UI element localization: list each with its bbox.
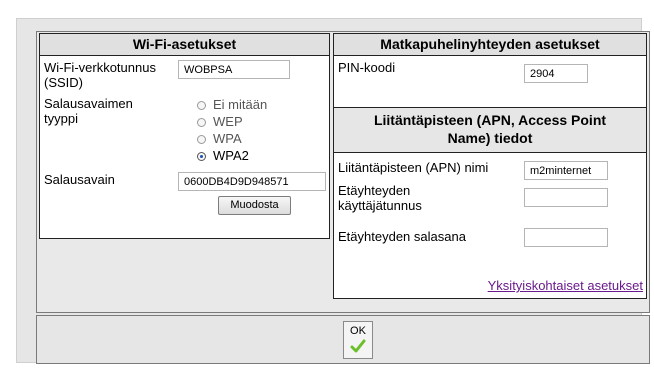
apn-name-input[interactable]: m2minternet bbox=[524, 161, 608, 180]
pin-label: PIN-koodi bbox=[338, 60, 396, 75]
ssid-label: Wi-Fi-verkkotunnus (SSID) bbox=[44, 60, 156, 90]
mobile-panel: Matkapuhelinyhteyden asetukset PIN-koodi… bbox=[333, 33, 647, 299]
keytype-option-none[interactable]: Ei mitään bbox=[197, 97, 267, 113]
radio-icon bbox=[197, 100, 206, 110]
remote-password-label: Etäyhteyden salasana bbox=[338, 229, 466, 244]
keytype-label: Salausavaimen tyyppi bbox=[44, 96, 133, 126]
checkmark-icon bbox=[350, 339, 366, 353]
remote-user-label: Etäyhteyden käyttäjätunnus bbox=[338, 183, 422, 213]
keytype-option-wpa2[interactable]: WPA2 bbox=[197, 148, 249, 164]
wifi-panel: Wi-Fi-asetukset Wi-Fi-verkkotunnus (SSID… bbox=[39, 33, 330, 239]
key-label: Salausavain bbox=[44, 172, 115, 187]
keytype-option-wpa[interactable]: WPA bbox=[197, 131, 242, 147]
keytype-option-label: Ei mitään bbox=[213, 97, 268, 112]
keytype-option-wep[interactable]: WEP bbox=[197, 114, 243, 130]
remote-user-input[interactable] bbox=[524, 188, 608, 207]
advanced-settings-link[interactable]: Yksityiskohtaiset asetukset bbox=[488, 278, 643, 293]
mobile-panel-title: Matkapuhelinyhteyden asetukset bbox=[334, 34, 646, 56]
apn-section-title: Liitäntäpisteen (APN, Access Point Name)… bbox=[334, 107, 646, 153]
settings-content: Wi-Fi-asetukset Wi-Fi-verkkotunnus (SSID… bbox=[36, 31, 650, 313]
pin-input[interactable]: 2904 bbox=[524, 64, 588, 83]
keytype-option-label: WEP bbox=[213, 114, 243, 129]
radio-icon bbox=[197, 134, 206, 144]
generate-key-button[interactable]: Muodosta bbox=[218, 196, 291, 215]
key-input[interactable]: 0600DB4D9D948571 bbox=[178, 172, 326, 191]
radio-selected-icon bbox=[197, 151, 206, 161]
ssid-input[interactable]: WOBPSA bbox=[178, 60, 290, 79]
ok-button[interactable]: OK bbox=[343, 321, 373, 359]
keytype-option-label: WPA2 bbox=[213, 148, 249, 163]
keytype-option-label: WPA bbox=[213, 131, 242, 146]
wifi-panel-title: Wi-Fi-asetukset bbox=[40, 34, 329, 56]
dialog-footer: OK bbox=[36, 315, 650, 364]
apn-name-label: Liitäntäpisteen (APN) nimi bbox=[338, 160, 489, 175]
ok-label: OK bbox=[350, 325, 366, 337]
radio-icon bbox=[197, 117, 206, 127]
remote-password-input[interactable] bbox=[524, 228, 608, 247]
settings-dialog: Wi-Fi-asetukset Wi-Fi-verkkotunnus (SSID… bbox=[16, 18, 650, 364]
